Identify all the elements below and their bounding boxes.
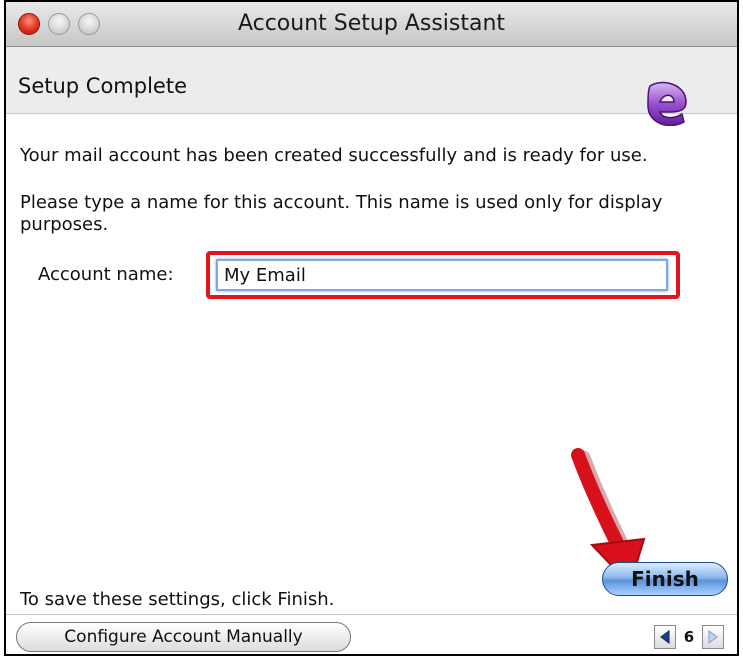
triangle-left-icon <box>660 630 670 644</box>
account-name-input[interactable] <box>216 259 668 291</box>
triangle-right-icon <box>708 630 718 644</box>
next-page-button[interactable] <box>702 625 724 649</box>
title-bar[interactable]: Account Setup Assistant <box>6 2 737 47</box>
account-name-prompt: Please type a name for this account. Thi… <box>20 192 663 235</box>
configure-account-manually-button[interactable]: Configure Account Manually <box>16 622 351 652</box>
footer-divider <box>6 614 737 615</box>
account-name-label: Account name: <box>38 264 174 285</box>
account-setup-window: Account Setup Assistant Setup Complete Y… <box>4 0 739 656</box>
entourage-e-logo-icon <box>647 81 687 126</box>
finish-hint: To save these settings, click Finish. <box>20 589 335 610</box>
step-title: Setup Complete <box>18 74 188 98</box>
success-message: Your mail account has been created succe… <box>20 145 648 166</box>
window-title: Account Setup Assistant <box>237 11 506 36</box>
page-navigator: 6 <box>654 624 724 650</box>
previous-page-button[interactable] <box>654 625 676 649</box>
finish-button[interactable]: Finish <box>602 562 728 596</box>
page-number: 6 <box>683 628 695 646</box>
